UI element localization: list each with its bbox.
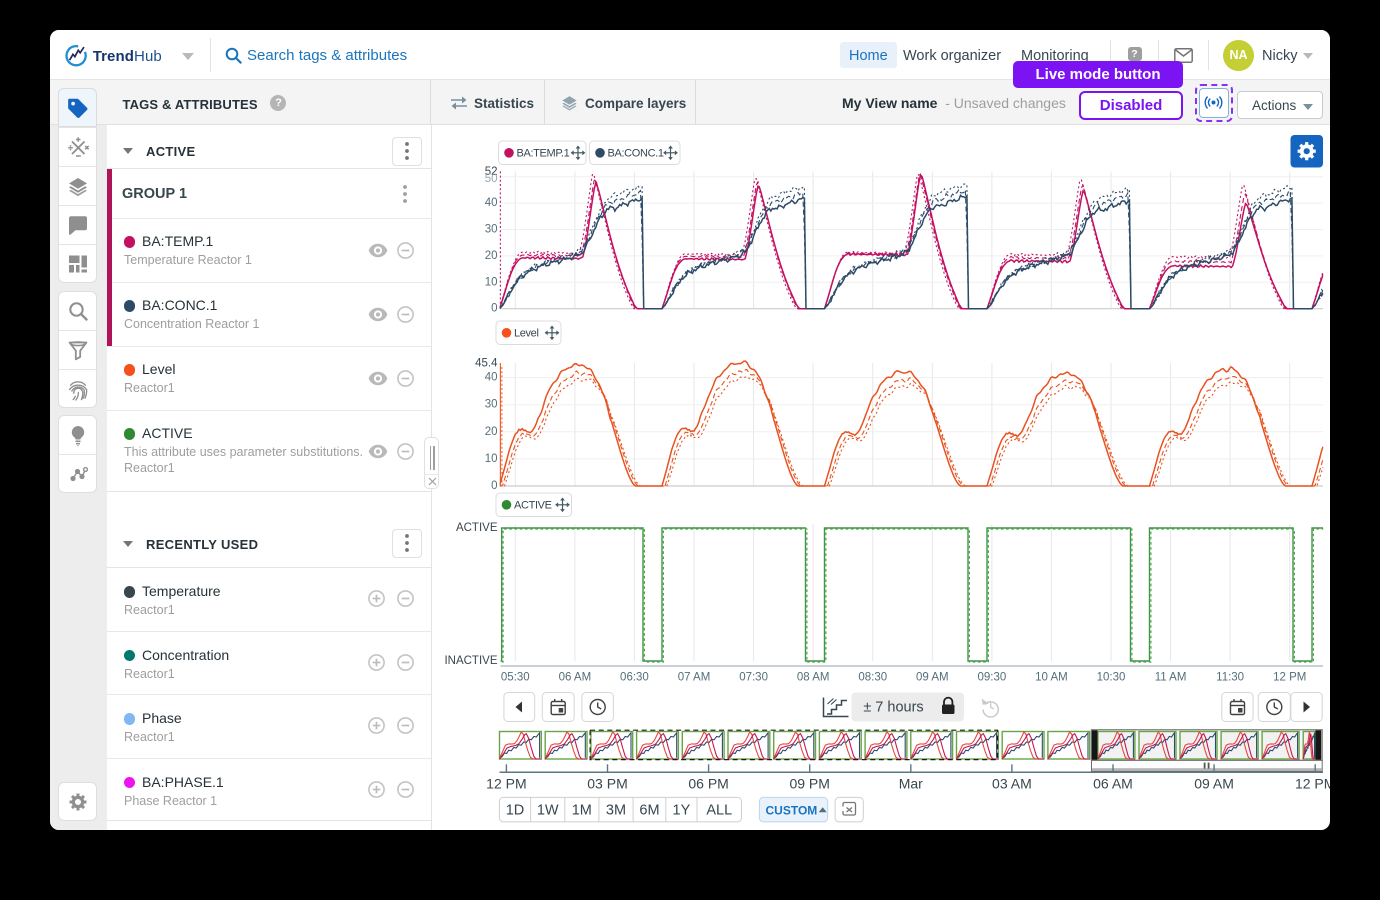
svg-text:20: 20 <box>484 426 497 438</box>
svg-text:12 PM: 12 PM <box>486 776 526 792</box>
svg-text:1Y: 1Y <box>672 802 690 818</box>
svg-text:03 PM: 03 PM <box>587 776 627 792</box>
svg-text:06:30: 06:30 <box>620 672 649 684</box>
svg-text:06 PM: 06 PM <box>688 776 728 792</box>
svg-text:20: 20 <box>484 250 497 262</box>
svg-text:10 AM: 10 AM <box>1035 672 1068 684</box>
svg-text:6M: 6M <box>639 802 659 818</box>
svg-text:40: 40 <box>484 372 497 384</box>
svg-text:Mar: Mar <box>898 776 922 792</box>
svg-text:07 AM: 07 AM <box>677 672 710 684</box>
svg-text:12 PM: 12 PM <box>1273 672 1306 684</box>
svg-text:06 AM: 06 AM <box>1093 776 1133 792</box>
svg-text:ACTIVE: ACTIVE <box>514 499 552 511</box>
svg-text:30: 30 <box>484 399 497 411</box>
svg-text:Level: Level <box>514 327 539 339</box>
svg-text:10:30: 10:30 <box>1096 672 1125 684</box>
svg-text:09:30: 09:30 <box>977 672 1006 684</box>
svg-text:50: 50 <box>484 173 497 185</box>
svg-text:0: 0 <box>491 480 497 492</box>
svg-text:INACTIVE: INACTIVE <box>444 655 497 667</box>
svg-text:10: 10 <box>484 453 497 465</box>
svg-text:30: 30 <box>484 224 497 236</box>
svg-text:ACTIVE: ACTIVE <box>455 522 497 534</box>
svg-text:10: 10 <box>484 276 497 288</box>
svg-text:1W: 1W <box>536 802 558 818</box>
svg-text:BA:CONC.1: BA:CONC.1 <box>607 147 663 159</box>
svg-text:1M: 1M <box>571 802 591 818</box>
svg-text:07:30: 07:30 <box>739 672 768 684</box>
svg-text:09 AM: 09 AM <box>915 672 948 684</box>
svg-text:11:30: 11:30 <box>1216 672 1244 684</box>
svg-text:40: 40 <box>484 197 497 209</box>
svg-text:12 PM: 12 PM <box>1294 776 1330 792</box>
svg-text:03 AM: 03 AM <box>992 776 1032 792</box>
svg-text:1D: 1D <box>505 802 524 818</box>
svg-text:45.4: 45.4 <box>475 358 498 370</box>
svg-text:06 AM: 06 AM <box>558 672 591 684</box>
svg-text:ALL: ALL <box>706 802 732 818</box>
svg-text:0: 0 <box>491 303 497 315</box>
svg-text:09 AM: 09 AM <box>1194 776 1234 792</box>
svg-text:11 AM: 11 AM <box>1154 672 1186 684</box>
svg-text:3M: 3M <box>605 802 625 818</box>
svg-text:CUSTOM: CUSTOM <box>765 803 817 817</box>
svg-text:08:30: 08:30 <box>858 672 887 684</box>
svg-text:05:30: 05:30 <box>500 672 529 684</box>
svg-text:± 7 hours: ± 7 hours <box>863 700 923 716</box>
svg-text:08 AM: 08 AM <box>796 672 829 684</box>
svg-text:09 PM: 09 PM <box>789 776 829 792</box>
svg-text:BA:TEMP.1: BA:TEMP.1 <box>516 147 569 159</box>
